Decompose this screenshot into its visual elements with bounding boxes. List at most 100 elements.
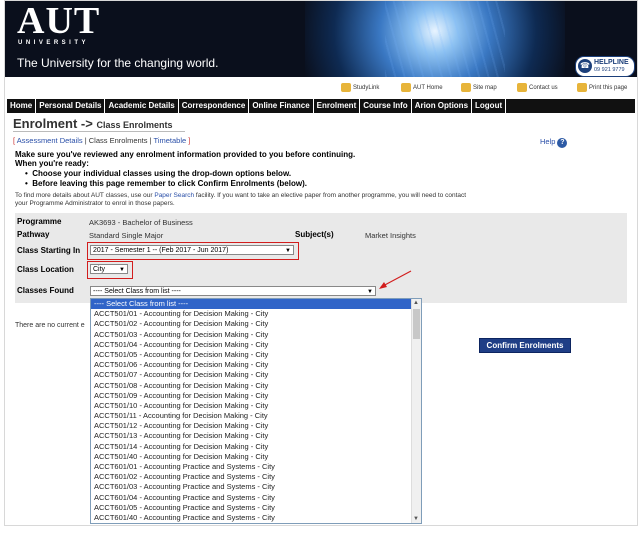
instruction-line2: When you're ready: (15, 159, 89, 168)
dropdown-option[interactable]: ACCT601/03 - Accounting Practice and Sys… (91, 482, 421, 492)
instruction-bullet2: • Before leaving this page remember to c… (25, 179, 307, 188)
nav-logout[interactable]: Logout (472, 99, 507, 113)
note-pre: To find more details about AUT classes, … (15, 192, 153, 199)
annotation-arrow-icon (379, 270, 412, 289)
no-classes-text: There are no current e (15, 322, 85, 329)
title-divider (13, 131, 185, 132)
dropdown-option[interactable]: ACCT601/02 - Accounting Practice and Sys… (91, 472, 421, 482)
nav-home[interactable]: Home (7, 99, 37, 113)
nav-academic-details[interactable]: Academic Details (105, 99, 179, 113)
paper-search-link[interactable]: Paper Search (154, 192, 194, 199)
programme-label: Programme (17, 217, 62, 226)
dropdown-option[interactable]: ACCT601/01 - Accounting Practice and Sys… (91, 462, 421, 472)
class-location-selected: City (93, 266, 106, 273)
quick-link-print[interactable]: Print this page (577, 83, 627, 95)
contact-icon (517, 83, 527, 92)
dropdown-option[interactable]: ACCT501/10 - Accounting for Decision Mak… (91, 401, 421, 411)
bullet2-text: Before leaving this page remember to cli… (32, 179, 307, 188)
instruction-bullet1: • Choose your individual classes using t… (25, 169, 292, 178)
dropdown-options: ---- Select Class from list ---- ACCT501/… (91, 299, 421, 523)
dropdown-option[interactable]: ACCT501/06 - Accounting for Decision Mak… (91, 360, 421, 370)
scroll-thumb[interactable] (413, 309, 420, 339)
bullet1-text: Choose your individual classes using the… (32, 169, 292, 178)
sitemap-icon (461, 83, 471, 92)
info-note-line2: your Programme Administrator to enrol in… (15, 200, 175, 207)
bracket-open: [ (13, 136, 16, 145)
helpline-number: 09 921 9779 (594, 67, 625, 73)
quick-link-studylink[interactable]: StudyLink (341, 83, 379, 95)
class-location-label: Class Location (17, 265, 74, 274)
quick-link-label: AUT Home (413, 85, 443, 92)
dropdown-option[interactable]: ACCT501/11 - Accounting for Decision Mak… (91, 411, 421, 421)
dropdown-option[interactable]: ACCT501/13 - Accounting for Decision Mak… (91, 431, 421, 441)
dropdown-option[interactable]: ACCT501/02 - Accounting for Decision Mak… (91, 319, 421, 329)
subjects-value: Market Insights (365, 231, 416, 240)
browser-page: AUT UNIVERSITY The University for the ch… (4, 0, 638, 526)
page-title-arrow: -> (80, 116, 93, 131)
header-banner: AUT UNIVERSITY The University for the ch… (5, 1, 637, 77)
dropdown-option[interactable]: ACCT501/40 - Accounting for Decision Mak… (91, 452, 421, 462)
class-starting-select[interactable]: 2017 - Semester 1 -- (Feb 2017 - Jun 201… (90, 245, 294, 255)
dropdown-option[interactable]: ACCT601/40 - Accounting Practice and Sys… (91, 513, 421, 523)
help-icon: ? (557, 138, 568, 148)
class-starting-label: Class Starting In (17, 246, 81, 255)
quick-link-label: Site map (473, 85, 497, 92)
main-nav: Home Personal Details Academic Details C… (7, 99, 635, 113)
tab-timetable[interactable]: Timetable (154, 136, 187, 145)
class-location-select[interactable]: City ▼ (90, 264, 128, 274)
tab-class-enrolments[interactable]: Class Enrolments (89, 136, 148, 145)
nav-enrolment[interactable]: Enrolment (314, 99, 361, 113)
dropdown-option[interactable]: ACCT501/07 - Accounting for Decision Mak… (91, 370, 421, 380)
pathway-value: Standard Single Major (89, 231, 164, 240)
dropdown-option[interactable]: ACCT501/05 - Accounting for Decision Mak… (91, 350, 421, 360)
page-title-main: Enrolment (13, 116, 78, 131)
chevron-down-icon: ▼ (285, 248, 291, 254)
classes-found-selected: ---- Select Class from list ---- (93, 288, 181, 295)
tab-assessment-details[interactable]: Assessment Details (17, 136, 83, 145)
dropdown-option[interactable]: ACCT501/08 - Accounting for Decision Mak… (91, 381, 421, 391)
page-title: Enrolment -> Class Enrolments (13, 116, 173, 131)
quick-link-aut-home[interactable]: AUT Home (401, 83, 443, 95)
dropdown-option[interactable]: ACCT501/03 - Accounting for Decision Mak… (91, 330, 421, 340)
quick-link-contact-us[interactable]: Contact us (517, 83, 558, 95)
dropdown-option[interactable]: ACCT601/05 - Accounting Practice and Sys… (91, 503, 421, 513)
scroll-up-icon[interactable]: ▲ (413, 300, 419, 306)
print-icon (577, 83, 587, 92)
class-starting-selected: 2017 - Semester 1 -- (Feb 2017 - Jun 201… (93, 247, 229, 254)
dropdown-option[interactable]: ACCT501/01 - Accounting for Decision Mak… (91, 309, 421, 319)
nav-course-info[interactable]: Course Info (360, 99, 412, 113)
bracket-close: ] (188, 136, 191, 145)
instruction-line1: Make sure you've reviewed any enrolment … (15, 150, 356, 159)
chevron-down-icon: ▼ (119, 267, 125, 273)
scroll-down-icon[interactable]: ▼ (413, 516, 419, 522)
pathway-label: Pathway (17, 230, 50, 239)
helpline-badge[interactable]: ☎ HELPLINE 09 921 9779 (575, 56, 635, 77)
confirm-enrolments-button[interactable]: Confirm Enrolments (479, 338, 571, 353)
dropdown-scrollbar[interactable]: ▲ ▼ (411, 299, 421, 523)
nav-correspondence[interactable]: Correspondence (179, 99, 250, 113)
nav-online-finance[interactable]: Online Finance (249, 99, 314, 113)
classes-dropdown-list[interactable]: ---- Select Class from list ---- ACCT501/… (90, 298, 422, 524)
dropdown-option[interactable]: ACCT601/04 - Accounting Practice and Sys… (91, 493, 421, 503)
note-post: facility. If you want to take an electiv… (195, 192, 467, 199)
nav-arion-options[interactable]: Arion Options (412, 99, 473, 113)
help-link[interactable]: Help? (540, 137, 568, 148)
dropdown-option[interactable]: ACCT501/04 - Accounting for Decision Mak… (91, 340, 421, 350)
info-note: To find more details about AUT classes, … (15, 192, 466, 199)
helpline-title: HELPLINE (594, 59, 629, 66)
quick-link-label: Contact us (529, 85, 558, 92)
quick-link-label: Print this page (589, 85, 628, 92)
dropdown-option[interactable]: ---- Select Class from list ---- (91, 299, 421, 310)
subjects-label: Subject(s) (295, 230, 334, 239)
help-label: Help (540, 137, 556, 146)
dropdown-option[interactable]: ACCT501/14 - Accounting for Decision Mak… (91, 442, 421, 452)
classes-found-select[interactable]: ---- Select Class from list ---- ▼ (90, 286, 376, 296)
studylink-icon (341, 83, 351, 92)
nav-personal-details[interactable]: Personal Details (36, 99, 106, 113)
dropdown-option[interactable]: ACCT501/12 - Accounting for Decision Mak… (91, 421, 421, 431)
dropdown-option[interactable]: ACCT501/09 - Accounting for Decision Mak… (91, 391, 421, 401)
aut-logo[interactable]: AUT (17, 2, 100, 40)
programme-value: AK3693 - Bachelor of Business (89, 218, 193, 227)
quick-link-site-map[interactable]: Site map (461, 83, 497, 95)
quick-link-label: StudyLink (353, 85, 380, 92)
